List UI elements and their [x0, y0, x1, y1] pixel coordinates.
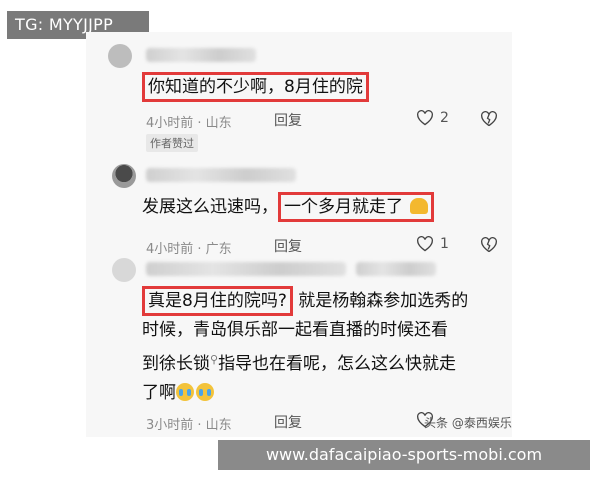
heart-outline-icon — [416, 236, 434, 252]
highlighted-text: 你知道的不少啊，8月住的院 — [142, 72, 369, 102]
comment-text-line3a: 到徐长锁 — [142, 354, 210, 374]
comment-text-line1: 就是杨翰森参加选秀的 — [292, 291, 469, 311]
comments-panel: 你知道的不少啊，8月住的院 4小时前 · 山东 回复 2 作者赞过 发展这么迅速… — [86, 32, 512, 437]
reply-button[interactable]: 回复 — [274, 236, 302, 256]
like-count: 1 — [440, 236, 449, 252]
watermark-corner: 头条 @泰西娱乐 — [424, 416, 512, 430]
comment-text-line2: 时候，青岛俱乐部一起看直播的时候还看 — [142, 320, 448, 340]
avatar[interactable] — [108, 44, 132, 68]
comment-text-line4: 了啊 — [142, 383, 176, 403]
broken-heart-icon[interactable] — [480, 237, 498, 253]
watermark-bottom: www.dafacaipiao-sports-mobi.com — [218, 440, 590, 470]
crying-face-icon — [196, 383, 214, 401]
praying-hands-icon — [410, 198, 429, 214]
comment-meta: 4小时前 · 山东 — [146, 116, 232, 131]
comment-text: 发展这么迅速吗， 一个多月就走了 — [142, 192, 494, 223]
reply-button[interactable]: 回复 — [274, 412, 302, 432]
like-button[interactable]: 1 — [416, 236, 449, 252]
username-blurred — [146, 262, 346, 276]
crying-face-icon — [176, 383, 194, 401]
heart-outline-icon — [416, 110, 434, 126]
avatar[interactable] — [112, 164, 136, 188]
comment-meta: 3小时前 · 山东 — [146, 418, 232, 433]
username-blurred-extra — [356, 262, 436, 276]
highlighted-text-content: 一个多月就走了 — [284, 197, 403, 217]
comment-text: 真是8月住的院吗? 就是杨翰森参加选秀的 时候，青岛俱乐部一起看直播的时候还看 … — [142, 286, 494, 408]
highlighted-text: 一个多月就走了 — [278, 192, 435, 222]
broken-heart-icon[interactable] — [480, 111, 498, 127]
username-blurred — [146, 48, 256, 62]
username-blurred — [146, 168, 296, 182]
comment-text-line3b: 指导也在看呢，怎么这么快就走 — [218, 354, 457, 374]
comment-text-prefix: 发展这么迅速吗， — [142, 197, 278, 217]
search-icon[interactable]: ⚲ — [210, 353, 218, 366]
like-button[interactable]: 2 — [416, 110, 449, 126]
avatar[interactable] — [112, 258, 136, 282]
comment-meta: 4小时前 · 广东 — [146, 242, 232, 257]
comment-text: 你知道的不少啊，8月住的院 — [142, 72, 494, 103]
highlighted-text: 真是8月住的院吗? — [142, 286, 293, 316]
like-count: 2 — [440, 110, 449, 126]
reply-button[interactable]: 回复 — [274, 110, 302, 130]
author-liked-badge: 作者赞过 — [146, 134, 198, 152]
